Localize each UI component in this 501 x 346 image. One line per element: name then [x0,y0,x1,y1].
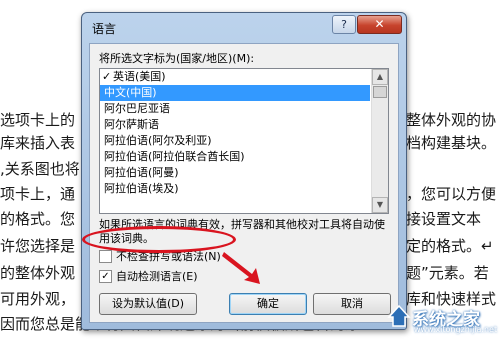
spellcheck-icon: ✓ [102,70,112,83]
list-scrollbar[interactable]: ▲ ▼ [371,69,388,213]
checkbox-box[interactable] [99,249,112,263]
doc-line-7: 的整体外观 [0,264,76,282]
list-item-label: 英语(美国) [113,70,166,83]
help-button[interactable]: ? [332,15,356,34]
doc-line-4: 项卡上，通 [0,185,76,203]
doc-line-8: 可用外观， [0,290,76,308]
language-list[interactable]: ✓ 英语(美国) 中文(中国) 阿尔巴尼亚语 阿尔萨斯语 阿拉伯语(阿尔及利亚)… [99,68,389,214]
scroll-thumb[interactable] [373,86,387,98]
close-button[interactable]: ✕ [357,15,402,34]
doc-right-1: 整体外观的协 [406,111,497,129]
doc-right-2: 档构建基块。 [406,134,497,152]
checkbox-checked-icon[interactable]: ✓ [99,269,112,283]
doc-line-1: 选项卡上的 [0,111,76,129]
auto-detect-checkbox[interactable]: ✓ 自动检测语言(E) [99,269,198,285]
scroll-down-icon[interactable]: ▼ [372,197,388,213]
dialog-titlebar[interactable]: 语言 ? ✕ [82,13,406,43]
list-item-arabic-algeria[interactable]: 阿拉伯语(阿尔及利亚) [100,133,370,149]
list-item-alsatian[interactable]: 阿尔萨斯语 [100,117,370,133]
list-item-arabic-egypt[interactable]: 阿拉伯语(埃及) [100,181,370,197]
doc-line-2: 库来插入表 [0,134,76,152]
doc-line-6: 许您选择是 [0,237,76,255]
annotation-arrow-icon [222,252,260,284]
list-item-english-us[interactable]: ✓ 英语(美国) [100,69,370,85]
auto-detect-label: 自动检测语言(E) [116,270,198,283]
watermark-logo-icon [387,304,411,327]
list-item-arabic-oman[interactable]: 阿拉伯语(阿曼) [100,165,370,181]
doc-right-4: ，您可以方便 [406,185,497,203]
doc-line-3: ,关系图也将 [0,160,80,178]
doc-right-5: 接设置文本 [406,210,482,228]
dialog-title: 语言 [92,22,117,36]
cancel-button[interactable]: 取消 [313,293,391,315]
list-item-albanian[interactable]: 阿尔巴尼亚语 [100,101,370,117]
annotation-ellipse [82,226,236,253]
doc-right-7: 题”元素。若 [406,264,489,282]
ok-button[interactable]: 确定 [229,293,307,315]
doc-right-6: 定的格式。↵ [406,237,494,255]
language-prompt: 将所选文字标为(国家/地区)(M): [99,52,255,65]
watermark-url: www.xitongzhijia.net [414,325,498,334]
set-default-button[interactable]: 设为默认值(D) [99,293,197,315]
doc-line-5: 的格式。您 [0,210,76,228]
list-item-arabic-uae[interactable]: 阿拉伯语(阿拉伯联合酋长国) [100,149,370,165]
list-item-chinese-china[interactable]: 中文(中国) [100,85,370,101]
scroll-up-icon[interactable]: ▲ [372,69,388,85]
